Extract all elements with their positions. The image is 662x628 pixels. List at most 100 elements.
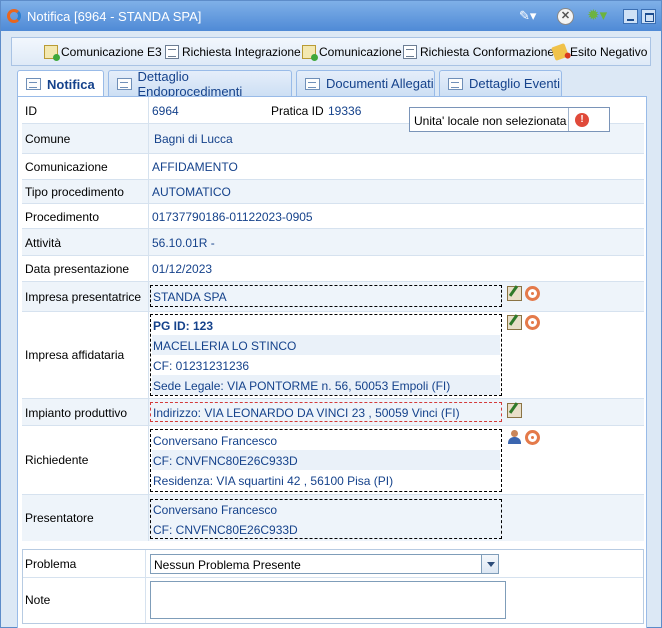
tab-dettaglio-eventi[interactable]: Dettaglio Eventi	[439, 70, 562, 96]
pg-id-value: PG ID: 123	[153, 319, 214, 333]
procedimento-label: Procedimento	[25, 210, 100, 224]
edit-icon[interactable]	[507, 286, 522, 301]
id-value: 6964	[152, 104, 179, 118]
tab-dettaglio-endoprocedimenti-label: Dettaglio Endoprocedimenti	[137, 68, 243, 99]
row-impresa-affidataria: Impresa affidataria PG ID: 123 MACELLERI…	[22, 312, 644, 399]
row-tipo-procedimento: Tipo procedimento AUTOMATICO	[22, 180, 644, 204]
data-presentazione-label: Data presentazione	[25, 262, 130, 276]
richiedente-label: Richiedente	[25, 453, 89, 467]
impresa-affidataria-label: Impresa affidataria	[25, 348, 125, 362]
row-attivita: Attività 56.10.01R -	[22, 229, 644, 256]
attivita-value: 56.10.01R -	[152, 236, 215, 250]
comunicazione-button[interactable]: Comunicazione	[302, 44, 402, 61]
tipo-procedimento-value: AUTOMATICO	[152, 185, 231, 199]
edit-icon[interactable]	[507, 315, 522, 330]
impianto-produttivo-label: Impianto produttivo	[25, 406, 128, 420]
feed-icon[interactable]	[525, 315, 540, 330]
form-icon	[117, 77, 132, 90]
form-icon	[305, 77, 320, 90]
row-richiedente: Richiedente Conversano Francesco CF: CNV…	[22, 426, 644, 495]
problema-label: Problema	[25, 557, 77, 571]
esito-negativo-label: Esito Negativo	[570, 45, 648, 59]
impianto-produttivo-box: Indirizzo: VIA LEONARDO DA VINCI 23 , 50…	[150, 402, 502, 422]
notifica-window: Notifica [6964 - STANDA SPA] ✎▾ ✕ ✹▾ Com…	[0, 0, 662, 628]
notifica-panel: ID 6964 Pratica ID 19336 Comune Bagni di…	[17, 96, 647, 628]
affidataria-sede: Sede Legale: VIA PONTORME n. 56, 50053 E…	[153, 379, 451, 393]
pratica-id-label: Pratica ID	[271, 104, 324, 118]
richiedente-box: Conversano Francesco CF: CNVFNC80E26C933…	[150, 429, 502, 492]
impresa-presentatrice-box: STANDA SPA	[150, 285, 502, 307]
impresa-affidataria-box: PG ID: 123 MACELLERIA LO STINCO CF: 0123…	[150, 314, 502, 396]
note-textarea[interactable]	[150, 581, 506, 619]
envelope-add-icon	[302, 45, 318, 61]
richiesta-integrazione-label: Richiesta Integrazione	[182, 45, 301, 59]
presentatore-cf: CF: CNVFNC80E26C933D	[153, 523, 298, 537]
chevron-down-icon[interactable]	[481, 555, 498, 573]
tooltip-text: Unita' locale non selezionata	[414, 114, 567, 128]
problema-note-section: Problema Nessun Problema Presente Note	[22, 549, 644, 624]
comunicazione-e3-button[interactable]: Comunicazione E3	[44, 44, 162, 61]
tab-documenti-allegati-label: Documenti Allegati	[326, 76, 434, 91]
affidataria-cf: CF: 01231231236	[153, 359, 250, 373]
comunicazione-label: Comunicazione	[319, 45, 402, 59]
tab-notifica[interactable]: Notifica	[17, 70, 104, 97]
row-data-presentazione: Data presentazione 01/12/2023	[22, 256, 644, 282]
action-toolbar: Comunicazione E3 Richiesta Integrazione …	[11, 37, 651, 66]
envelope-add-icon	[44, 45, 60, 61]
person-icon[interactable]	[507, 430, 522, 445]
richiesta-integrazione-button[interactable]: Richiesta Integrazione	[165, 44, 301, 60]
tab-notifica-label: Notifica	[47, 76, 95, 92]
settings-gear-icon[interactable]: ✹▾	[587, 8, 613, 25]
comune-value: Bagni di Lucca	[154, 132, 233, 146]
id-label: ID	[25, 104, 37, 118]
warning-icon[interactable]: !	[575, 113, 589, 127]
note-label: Note	[25, 593, 51, 607]
row-impresa-presentatrice: Impresa presentatrice STANDA SPA	[22, 282, 644, 312]
presentatore-name: Conversano Francesco	[153, 503, 278, 517]
richiesta-conformazione-button[interactable]: Richiesta Conformazione	[403, 44, 554, 60]
edit-icon[interactable]	[507, 403, 522, 418]
tools-menu-icon[interactable]: ✎▾	[519, 8, 543, 25]
tipo-procedimento-label: Tipo procedimento	[25, 185, 124, 199]
app-logo-icon	[7, 9, 21, 23]
richiedente-residenza: Residenza: VIA squartini 42 , 56100 Pisa…	[153, 474, 394, 488]
close-icon[interactable]: ✕	[557, 8, 574, 25]
feed-icon[interactable]	[525, 430, 540, 445]
esito-negativo-button[interactable]: Esito Negativo	[551, 43, 648, 61]
richiedente-cf: CF: CNVFNC80E26C933D	[153, 454, 298, 468]
comunicazione-value: AFFIDAMENTO	[152, 160, 238, 174]
title-bar: Notifica [6964 - STANDA SPA] ✎▾ ✕ ✹▾	[1, 1, 661, 31]
comune-label: Comune	[25, 132, 71, 146]
affidataria-name: MACELLERIA LO STINCO	[153, 339, 297, 353]
row-comunicazione: Comunicazione AFFIDAMENTO	[22, 154, 644, 180]
row-presentatore: Presentatore Conversano Francesco CF: CN…	[22, 495, 644, 541]
maximize-button[interactable]	[641, 9, 656, 24]
comunicazione-e3-label: Comunicazione E3	[61, 45, 162, 59]
attivita-label: Attività	[25, 236, 62, 250]
problema-select[interactable]: Nessun Problema Presente	[150, 554, 499, 574]
feed-icon[interactable]	[525, 286, 540, 301]
tab-dettaglio-endoprocedimenti[interactable]: Dettaglio Endoprocedimenti	[108, 68, 292, 99]
richiedente-name: Conversano Francesco	[153, 434, 278, 448]
document-icon	[165, 45, 179, 59]
minimize-button[interactable]	[623, 9, 638, 24]
comunicazione-label: Comunicazione	[25, 160, 108, 174]
document-icon	[403, 45, 417, 59]
window-title: Notifica [6964 - STANDA SPA]	[27, 9, 202, 24]
form-icon	[448, 77, 463, 90]
richiesta-conformazione-label: Richiesta Conformazione	[420, 45, 555, 59]
tab-dettaglio-eventi-label: Dettaglio Eventi	[469, 76, 561, 91]
pratica-id-value: 19336	[328, 104, 362, 118]
presentatore-label: Presentatore	[25, 511, 94, 525]
problema-selected-value: Nessun Problema Presente	[154, 558, 301, 572]
negative-outcome-icon	[551, 43, 569, 61]
procedimento-value: 01737790186-01122023-0905	[152, 210, 313, 224]
impresa-presentatrice-label: Impresa presentatrice	[25, 290, 142, 304]
form-icon	[26, 78, 41, 90]
data-presentazione-value: 01/12/2023	[152, 262, 213, 276]
tab-documenti-allegati[interactable]: Documenti Allegati	[296, 70, 435, 96]
unita-locale-tooltip: Unita' locale non selezionata !	[409, 107, 610, 132]
row-impianto-produttivo: Impianto produttivo Indirizzo: VIA LEONA…	[22, 399, 644, 426]
row-procedimento: Procedimento 01737790186-01122023-0905	[22, 204, 644, 229]
impresa-presentatrice-value: STANDA SPA	[153, 290, 227, 304]
